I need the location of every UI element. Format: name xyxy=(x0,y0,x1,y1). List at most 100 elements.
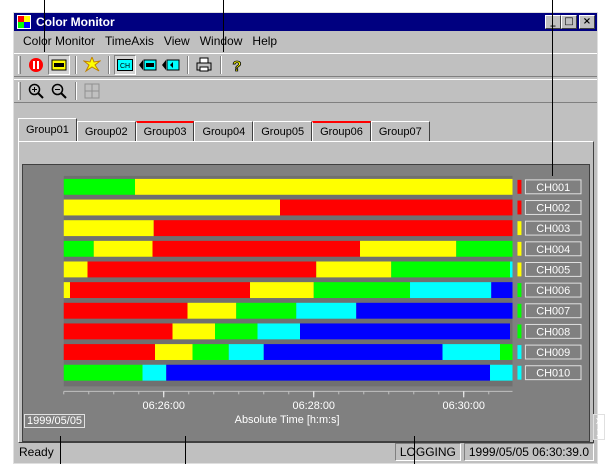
help-icon: ? xyxy=(232,58,242,73)
channel-label: CH007 xyxy=(536,306,570,318)
minimize-button[interactable]: _ xyxy=(545,15,561,29)
grid-button[interactable] xyxy=(81,81,103,101)
x-axis-label: Absolute Time [h:m:s] xyxy=(235,414,340,426)
state-segment xyxy=(63,364,143,381)
state-segment xyxy=(360,240,457,257)
state-segment xyxy=(192,344,229,360)
state-segment xyxy=(70,282,251,299)
color-monitor-chart: CH001 CH002 CH003 CH004 CH005 CH006 CH007 CH008… xyxy=(22,164,590,442)
help-button[interactable]: ? xyxy=(226,55,248,75)
channel-list-icon xyxy=(139,59,157,71)
state-segment xyxy=(510,261,513,278)
zoom-out-icon xyxy=(51,83,67,99)
title-bar[interactable]: Color Monitor _ □ × xyxy=(14,13,597,31)
state-segment xyxy=(263,344,443,360)
channel-state-indicator xyxy=(517,303,522,318)
status-bar: Ready LOGGING 1999/05/05 06:30:39.0 xyxy=(14,441,597,463)
channel-button[interactable]: CH xyxy=(114,55,136,75)
burst-button[interactable] xyxy=(81,55,103,75)
state-segment xyxy=(250,282,314,299)
zoom-toolbar xyxy=(14,79,597,103)
tab-group02[interactable]: Group02 xyxy=(76,121,136,141)
zoom-label[interactable]: x 1 xyxy=(593,414,606,440)
state-segment xyxy=(296,302,357,319)
grid-icon xyxy=(84,83,100,99)
toolbar-separator xyxy=(187,56,189,74)
channel-list-button[interactable] xyxy=(137,55,159,75)
stop-icon xyxy=(29,58,43,72)
svg-text:?: ? xyxy=(232,58,241,73)
app-icon xyxy=(17,15,31,29)
channel-state-indicator xyxy=(517,324,522,339)
tab-group07[interactable]: Group07 xyxy=(370,121,430,141)
monitor-button[interactable] xyxy=(48,55,70,75)
state-segment xyxy=(63,344,156,360)
state-segment xyxy=(63,323,173,340)
state-segment xyxy=(300,323,511,340)
maximize-button[interactable]: □ xyxy=(561,15,577,29)
state-segment xyxy=(63,240,94,257)
channel-state-indicator xyxy=(517,283,522,298)
state-segment xyxy=(280,199,513,216)
print-button[interactable] xyxy=(193,55,215,75)
zoom-in-button[interactable] xyxy=(25,81,47,101)
state-segment xyxy=(236,302,297,319)
channel-state-indicator xyxy=(517,179,522,194)
state-segment xyxy=(135,178,513,195)
main-toolbar: CH ? xyxy=(14,53,597,77)
tab-group06[interactable]: Group06 xyxy=(312,121,371,141)
monitor-icon xyxy=(51,59,67,71)
tab-group01[interactable]: Group01 xyxy=(18,118,77,141)
menu-view[interactable]: View xyxy=(159,34,195,48)
tab-group03[interactable]: Group03 xyxy=(135,121,195,141)
channel-label: CH009 xyxy=(536,347,570,359)
channel-scroll-button[interactable] xyxy=(160,55,182,75)
svg-text:CH: CH xyxy=(120,63,130,70)
toolbar-separator xyxy=(220,56,222,74)
channel-state-indicator xyxy=(517,365,522,380)
state-segment xyxy=(63,178,136,195)
channel-state-indicator xyxy=(517,221,522,236)
state-segment xyxy=(152,240,361,257)
state-segment xyxy=(356,302,513,319)
menu-timeaxis[interactable]: TimeAxis xyxy=(100,34,159,48)
state-segment xyxy=(87,261,317,278)
state-segment xyxy=(63,199,281,216)
toolbar-grip[interactable] xyxy=(18,56,21,74)
toolbar-separator xyxy=(75,82,77,100)
zoom-in-icon xyxy=(28,83,44,99)
tab-group04[interactable]: Group04 xyxy=(194,121,254,141)
channel-label: CH005 xyxy=(536,264,570,276)
state-segment xyxy=(215,323,258,340)
state-segment xyxy=(316,261,392,278)
toolbar-grip[interactable] xyxy=(18,82,21,100)
state-segment xyxy=(491,282,513,299)
burst-icon xyxy=(83,57,101,73)
menu-window[interactable]: Window xyxy=(195,34,248,48)
close-button[interactable]: × xyxy=(579,15,595,29)
channel-label: CH010 xyxy=(536,368,570,380)
menu-color-monitor[interactable]: Color Monitor xyxy=(18,34,100,48)
group-tabs: Group01 Group02 Group03 Group04 Group05 … xyxy=(18,118,430,141)
toolbar-separator xyxy=(108,56,110,74)
status-ready: Ready xyxy=(19,445,54,459)
state-segment xyxy=(63,220,154,237)
state-segment xyxy=(187,302,237,319)
channel-state-indicator xyxy=(517,241,522,256)
menu-help[interactable]: Help xyxy=(247,34,282,48)
channel-scroll-icon xyxy=(162,59,180,71)
channel-label: CH003 xyxy=(536,223,570,235)
state-segment xyxy=(93,240,153,257)
state-segment xyxy=(172,323,216,340)
tab-group05[interactable]: Group05 xyxy=(253,121,313,141)
stop-button[interactable] xyxy=(25,55,47,75)
state-segment xyxy=(391,261,511,278)
zoom-out-button[interactable] xyxy=(48,81,70,101)
channel-label: CH008 xyxy=(536,326,570,338)
status-datetime: 1999/05/05 06:30:39.0 xyxy=(463,443,594,461)
channel-state-indicator xyxy=(517,200,522,215)
status-mode: LOGGING xyxy=(394,443,461,461)
ch-icon: CH xyxy=(117,59,133,71)
state-segment xyxy=(442,344,501,360)
state-segment xyxy=(257,323,301,340)
